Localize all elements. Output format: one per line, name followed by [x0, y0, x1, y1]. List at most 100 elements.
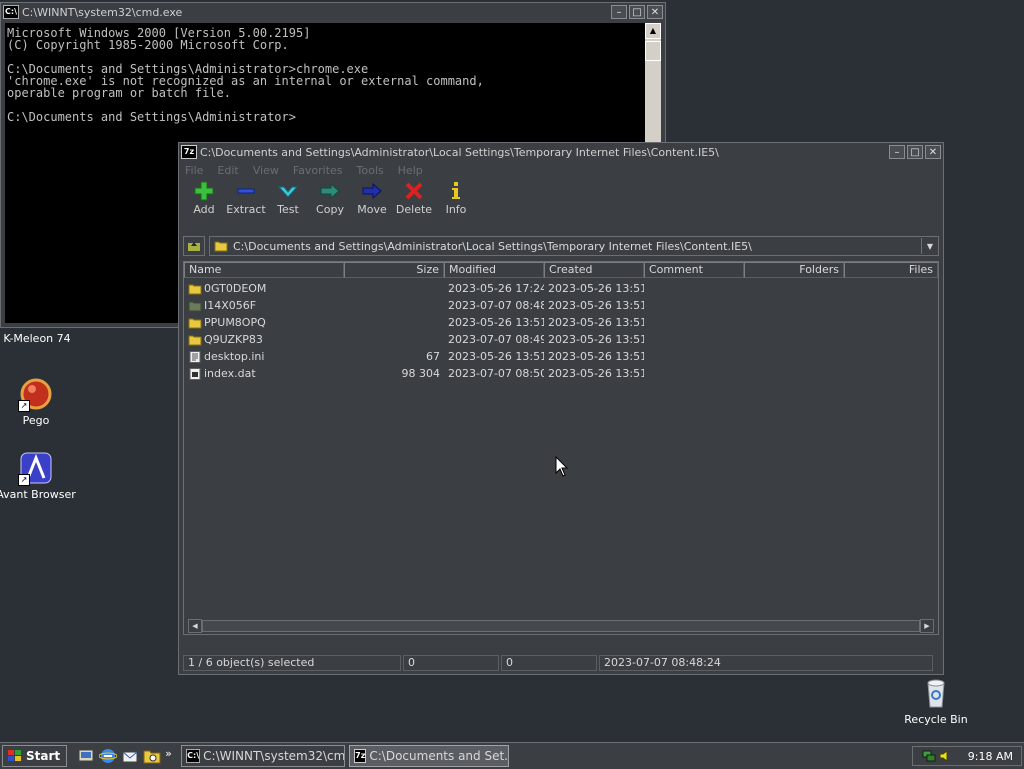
folder-icon	[188, 284, 202, 294]
copy-label: Copy	[316, 203, 344, 216]
file-size: 98 304	[401, 367, 441, 380]
settings-file-icon	[189, 350, 201, 363]
desktop-icon-label: Pego	[22, 414, 50, 427]
folder-icon	[188, 301, 202, 311]
file-row[interactable]: 0GT0DEOM 2023-05-26 17:24 2023-05-26 13:…	[184, 280, 938, 297]
path-combobox[interactable]: C:\Documents and Settings\Administrator\…	[209, 236, 939, 256]
taskbar-button-7zip[interactable]: 7z C:\Documents and Set...	[349, 745, 510, 767]
folder-icon	[214, 241, 228, 252]
desktop-icon-pego[interactable]: ↗ Pego	[0, 378, 76, 427]
extract-icon	[237, 188, 255, 194]
close-button[interactable]: ✕	[647, 5, 663, 19]
file-row[interactable]: PPUM8OPQ 2023-05-26 13:51 2023-05-26 13:…	[184, 314, 938, 331]
extract-button[interactable]: Extract	[225, 179, 267, 225]
horizontal-scrollbar[interactable]: ◀ ▶	[188, 619, 934, 633]
chevron-down-icon[interactable]: ▼	[921, 238, 938, 254]
minimize-button[interactable]: –	[889, 145, 905, 159]
taskbar: Start » C:\ C:\WINNT\system32\cmd... 7z …	[0, 742, 1024, 769]
cmd-titlebar[interactable]: C:\ C:\WINNT\system32\cmd.exe – □ ✕	[1, 3, 665, 21]
add-button[interactable]: Add	[183, 179, 225, 225]
file-created: 2023-05-26 13:51	[548, 367, 644, 380]
address-bar: C:\Documents and Settings\Administrator\…	[183, 235, 939, 257]
file-created: 2023-05-26 13:51	[548, 350, 644, 363]
up-folder-icon	[188, 242, 200, 251]
scroll-up-icon[interactable]: ▲	[645, 23, 661, 39]
system-tray: 9:18 AM	[912, 746, 1022, 766]
column-header-comment[interactable]: Comment	[644, 262, 744, 278]
info-label: Info	[445, 203, 467, 216]
move-button[interactable]: Move	[351, 179, 393, 225]
close-button[interactable]: ✕	[925, 145, 941, 159]
file-row[interactable]: I14X056F 2023-07-07 08:48 2023-05-26 13:…	[184, 297, 938, 314]
clock[interactable]: 9:18 AM	[968, 750, 1013, 763]
column-header-folders[interactable]: Folders	[744, 262, 844, 278]
file-modified: 2023-07-07 08:48	[448, 299, 544, 312]
file-created: 2023-05-26 13:51	[548, 316, 644, 329]
minimize-button[interactable]: –	[611, 5, 627, 19]
desktop-icon-avant-browser[interactable]: ↗ Avant Browser	[0, 452, 76, 501]
status-size: 0	[403, 655, 499, 671]
column-header-created[interactable]: Created	[544, 262, 644, 278]
file-name: index.dat	[204, 367, 256, 380]
file-modified: 2023-05-26 13:51	[448, 350, 544, 363]
folder-icon	[188, 318, 202, 328]
menu-edit[interactable]: Edit	[217, 164, 238, 177]
taskbar-button-cmd[interactable]: C:\ C:\WINNT\system32\cmd...	[181, 745, 346, 767]
column-header-size[interactable]: Size	[344, 262, 444, 278]
file-modified: 2023-05-26 17:24	[448, 282, 544, 295]
volume-icon[interactable]	[938, 749, 952, 763]
file-manager-titlebar[interactable]: 7z C:\Documents and Settings\Administrat…	[179, 143, 943, 161]
file-row[interactable]: desktop.ini 67 2023-05-26 13:51 2023-05-…	[184, 348, 938, 365]
console-line: (C) Copyright 1985-2000 Microsoft Corp.	[7, 38, 289, 52]
desktop-icon-recycle-bin[interactable]: Recycle Bin	[896, 677, 976, 726]
up-folder-button[interactable]	[183, 236, 205, 256]
test-button[interactable]: Test	[267, 179, 309, 225]
7zip-icon: 7z	[354, 749, 367, 763]
menu-help[interactable]: Help	[398, 164, 423, 177]
internet-explorer-icon[interactable]	[98, 747, 118, 765]
taskbar-button-label: C:\WINNT\system32\cmd...	[203, 749, 346, 763]
file-created: 2023-05-26 13:51	[548, 282, 644, 295]
desktop-icon-label: K-Meleon 74	[3, 332, 71, 345]
column-header-files[interactable]: Files	[844, 262, 938, 278]
file-name: 0GT0DEOM	[204, 282, 267, 295]
delete-button[interactable]: Delete	[393, 179, 435, 225]
menu-favorites[interactable]: Favorites	[293, 164, 343, 177]
menu-tools[interactable]: Tools	[357, 164, 384, 177]
outlook-express-icon[interactable]	[121, 747, 139, 765]
file-name: PPUM8OPQ	[204, 316, 266, 329]
network-icon[interactable]	[922, 749, 936, 763]
scroll-right-icon[interactable]: ▶	[920, 619, 934, 633]
scroll-track[interactable]	[202, 620, 920, 632]
column-header-name[interactable]: Name	[184, 262, 344, 278]
file-modified: 2023-05-26 13:51	[448, 316, 544, 329]
file-modified: 2023-07-07 08:49	[448, 333, 544, 346]
copy-icon	[320, 182, 340, 200]
show-desktop-icon[interactable]	[77, 747, 95, 765]
scroll-left-icon[interactable]: ◀	[188, 619, 202, 633]
info-button[interactable]: Info	[435, 179, 477, 225]
file-manager-window: 7z C:\Documents and Settings\Administrat…	[178, 142, 944, 675]
maximize-button[interactable]: □	[907, 145, 923, 159]
column-header-row: Name Size Modified Created Comment Folde…	[184, 262, 938, 278]
test-label: Test	[277, 203, 299, 216]
start-button[interactable]: Start	[2, 745, 68, 767]
file-row[interactable]: index.dat 98 304 2023-07-07 08:50 2023-0…	[184, 365, 938, 382]
menu-file[interactable]: File	[185, 164, 203, 177]
desktop-icon-k-meleon[interactable]: K-Meleon 74	[0, 328, 77, 345]
move-label: Move	[357, 203, 387, 216]
add-label: Add	[193, 203, 215, 216]
file-name: desktop.ini	[204, 350, 265, 363]
toolbar: Add Extract Test Copy Move Delete Info	[179, 179, 943, 225]
folder-search-icon[interactable]	[143, 747, 161, 765]
test-icon	[278, 186, 298, 198]
copy-button[interactable]: Copy	[309, 179, 351, 225]
menu-view[interactable]: View	[253, 164, 279, 177]
file-row[interactable]: Q9UZKP83 2023-07-07 08:49 2023-05-26 13:…	[184, 331, 938, 348]
scroll-thumb[interactable]	[645, 41, 661, 61]
move-icon	[362, 182, 382, 200]
delete-icon	[405, 182, 423, 200]
column-header-modified[interactable]: Modified	[444, 262, 544, 278]
maximize-button[interactable]: □	[629, 5, 645, 19]
chevron-right-icon[interactable]: »	[165, 747, 173, 765]
